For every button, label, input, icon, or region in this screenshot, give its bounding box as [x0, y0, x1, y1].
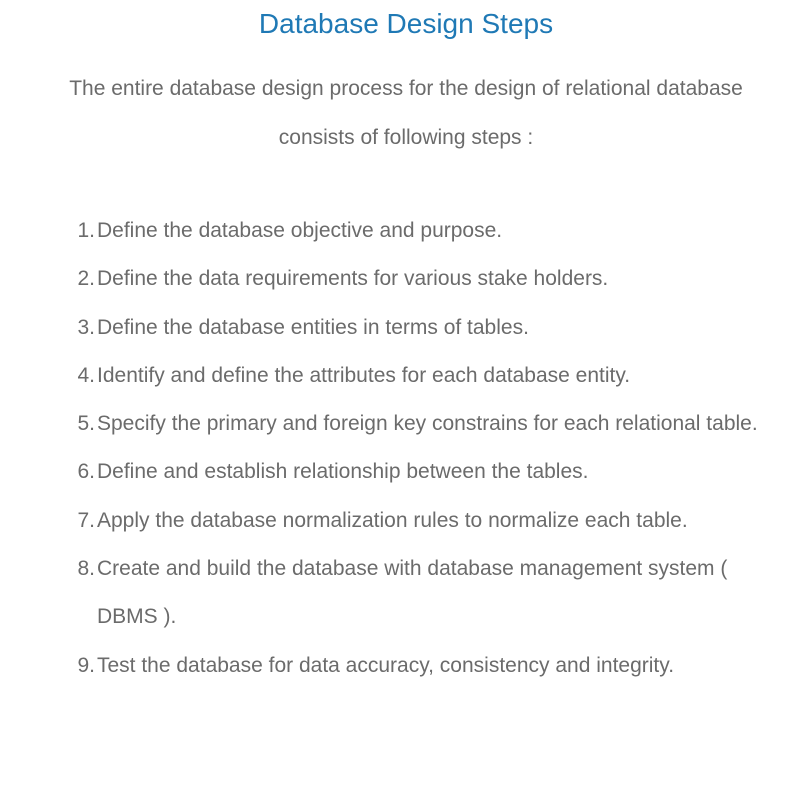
list-item: 1. Define the database objective and pur… [0, 207, 812, 255]
step-text: Apply the database normalization rules t… [97, 508, 688, 532]
page-title: Database Design Steps [258, 8, 554, 39]
step-text: Define the data requirements for various… [97, 267, 609, 291]
list-item: 4. Identify and define the attributes fo… [0, 352, 812, 400]
list-item: 6. Define and establish relationship bet… [0, 448, 812, 496]
step-number: 9. [77, 653, 95, 677]
step-number: 7. [77, 508, 95, 532]
step-number: 8. [77, 557, 95, 581]
step-number: 5. [77, 412, 95, 436]
step-number: 4. [77, 363, 95, 387]
step-text: Specify the primary and foreign key cons… [97, 412, 758, 436]
step-text: Define the database entities in terms of… [97, 315, 529, 339]
list-item: 7. Apply the database normalization rule… [0, 497, 812, 545]
step-text: Test the database for data accuracy, con… [97, 653, 675, 677]
step-number: 2. [77, 267, 95, 291]
steps-list: 1. Define the database objective and pur… [0, 207, 812, 690]
step-text: Define the database objective and purpos… [97, 219, 503, 242]
step-text: Define and establish relationship betwee… [97, 460, 589, 484]
document-page: Database Design Steps The entire databas… [0, 0, 812, 785]
step-text: Create and build the database with datab… [97, 557, 728, 629]
list-item: 8. Create and build the database with da… [0, 545, 812, 642]
list-item: 5. Specify the primary and foreign key c… [0, 400, 812, 448]
list-item: 2. Define the data requirements for vari… [0, 255, 812, 303]
step-number: 6. [77, 460, 95, 484]
list-item: 9. Test the database for data accuracy, … [0, 642, 812, 690]
step-number: 1. [77, 219, 95, 242]
list-item: 3. Define the database entities in terms… [0, 304, 812, 352]
intro-paragraph: The entire database design process for t… [69, 77, 743, 149]
step-number: 3. [77, 315, 95, 339]
step-text: Identify and define the attributes for e… [97, 363, 631, 387]
